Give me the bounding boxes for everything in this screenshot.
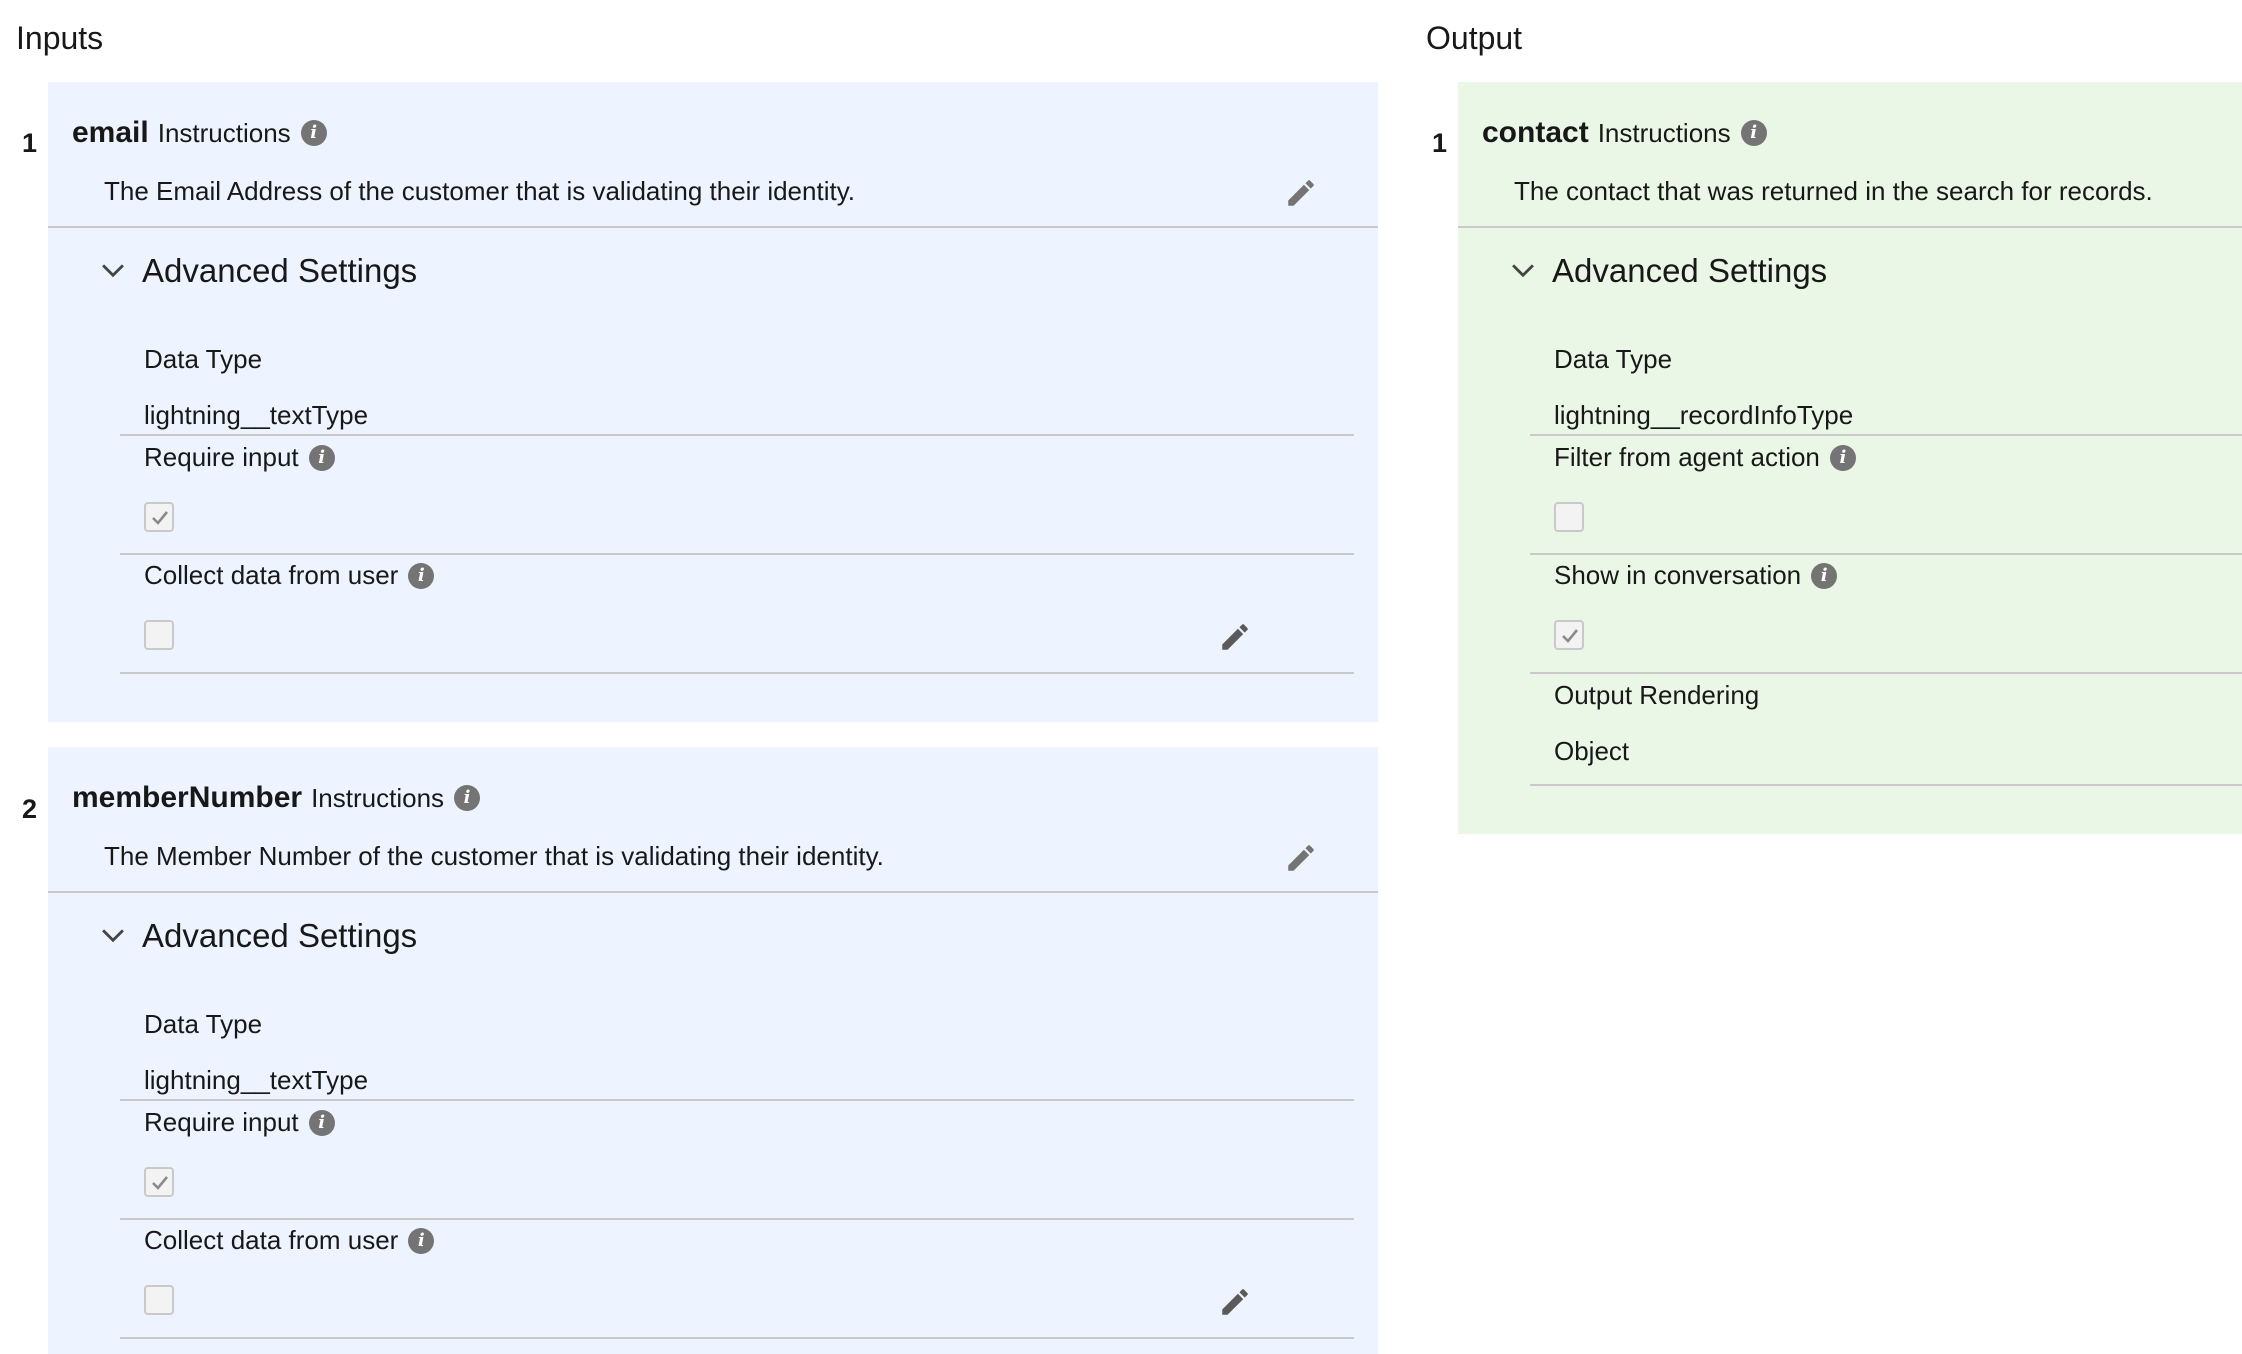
data-type-value: lightning__recordInfoType [1554,400,1854,430]
advanced-settings-label: Advanced Settings [1552,252,1828,289]
info-icon[interactable]: i [408,1227,435,1254]
checkmark-icon [1562,629,1579,643]
input-card-email: email Instructions i The Email Address o… [48,82,1378,722]
info-icon[interactable]: i [1740,120,1767,146]
show-in-conversation-text: Show in conversation [1554,560,1802,590]
output-header: contact Instructions i [1482,116,1767,150]
input-name: memberNumber [72,781,303,814]
info-icon[interactable]: i [300,120,327,146]
chevron-down-icon [102,929,124,943]
input-row-number: 1 [22,128,38,158]
info-icon[interactable]: i [1811,562,1838,589]
info-icon[interactable]: i [1829,444,1856,471]
instructions-label: Instructions [1597,117,1731,148]
input-description: The Email Address of the customer that i… [104,176,855,206]
advanced-settings-toggle[interactable]: Advanced Settings [1506,252,1827,290]
input-header: memberNumber Instructions i [72,781,481,815]
advanced-settings-toggle[interactable]: Advanced Settings [96,917,417,955]
input-name: email [72,116,149,149]
collect-data-checkbox[interactable] [144,1285,174,1315]
pencil-icon[interactable] [1284,841,1318,875]
field-divider [1530,784,2242,786]
require-input-text: Require input [144,442,299,472]
field-divider [120,672,1354,674]
card-divider [48,891,1378,893]
output-name: contact [1482,116,1589,149]
data-type-label: Data Type [1554,344,1673,374]
require-input-label: Require input i [144,1107,335,1138]
pencil-icon[interactable] [1218,620,1252,654]
output-rendering-label: Output Rendering [1554,680,1760,710]
field-divider [120,1099,1354,1101]
collect-data-checkbox[interactable] [144,620,174,650]
filter-agent-action-label: Filter from agent action i [1554,442,1856,473]
input-header: email Instructions i [72,116,327,150]
require-input-label: Require input i [144,442,335,473]
chevron-down-icon [102,264,124,278]
advanced-settings-label: Advanced Settings [142,252,418,289]
instructions-label: Instructions [311,782,445,813]
output-description: The contact that was returned in the sea… [1514,176,2153,206]
field-divider [1530,672,2242,674]
field-divider [120,434,1354,436]
input-row-number: 2 [22,794,38,824]
require-input-text: Require input [144,1107,299,1137]
instructions-label: Instructions [157,117,291,148]
checkmark-icon [152,511,169,525]
collect-data-label: Collect data from user i [144,1225,435,1256]
require-input-checkbox[interactable] [144,502,174,532]
data-type-value: lightning__textType [144,400,369,430]
data-type-value: lightning__textType [144,1065,369,1095]
info-icon[interactable]: i [408,562,435,589]
collect-data-text: Collect data from user [144,560,399,590]
show-in-conversation-label: Show in conversation i [1554,560,1838,591]
output-heading: Output [1426,20,1523,56]
data-type-label: Data Type [144,344,263,374]
field-divider [120,553,1354,555]
card-divider [1458,226,2242,228]
collect-data-text: Collect data from user [144,1225,399,1255]
field-divider [120,1218,1354,1220]
info-icon[interactable]: i [308,444,335,471]
info-icon[interactable]: i [454,785,481,811]
pencil-icon[interactable] [1284,176,1318,210]
require-input-checkbox[interactable] [144,1167,174,1197]
input-description: The Member Number of the customer that i… [104,841,884,871]
advanced-settings-toggle[interactable]: Advanced Settings [96,252,417,290]
checkmark-icon [152,1176,169,1190]
advanced-settings-label: Advanced Settings [142,917,418,954]
input-card-membernumber: memberNumber Instructions i The Member N… [48,747,1378,1354]
filter-agent-action-text: Filter from agent action [1554,442,1820,472]
field-divider [1530,434,2242,436]
show-in-conversation-checkbox[interactable] [1554,620,1584,650]
inputs-heading: Inputs [16,20,104,56]
info-icon[interactable]: i [308,1109,335,1136]
collect-data-label: Collect data from user i [144,560,435,591]
output-card-contact: contact Instructions i The contact that … [1458,82,2242,834]
output-row-number: 1 [1432,128,1448,158]
data-type-label: Data Type [144,1009,263,1039]
field-divider [1530,553,2242,555]
chevron-down-icon [1512,264,1534,278]
pencil-icon[interactable] [1218,1285,1252,1319]
card-divider [48,226,1378,228]
field-divider [120,1337,1354,1339]
output-rendering-value: Object [1554,736,1630,766]
filter-agent-action-checkbox[interactable] [1554,502,1584,532]
